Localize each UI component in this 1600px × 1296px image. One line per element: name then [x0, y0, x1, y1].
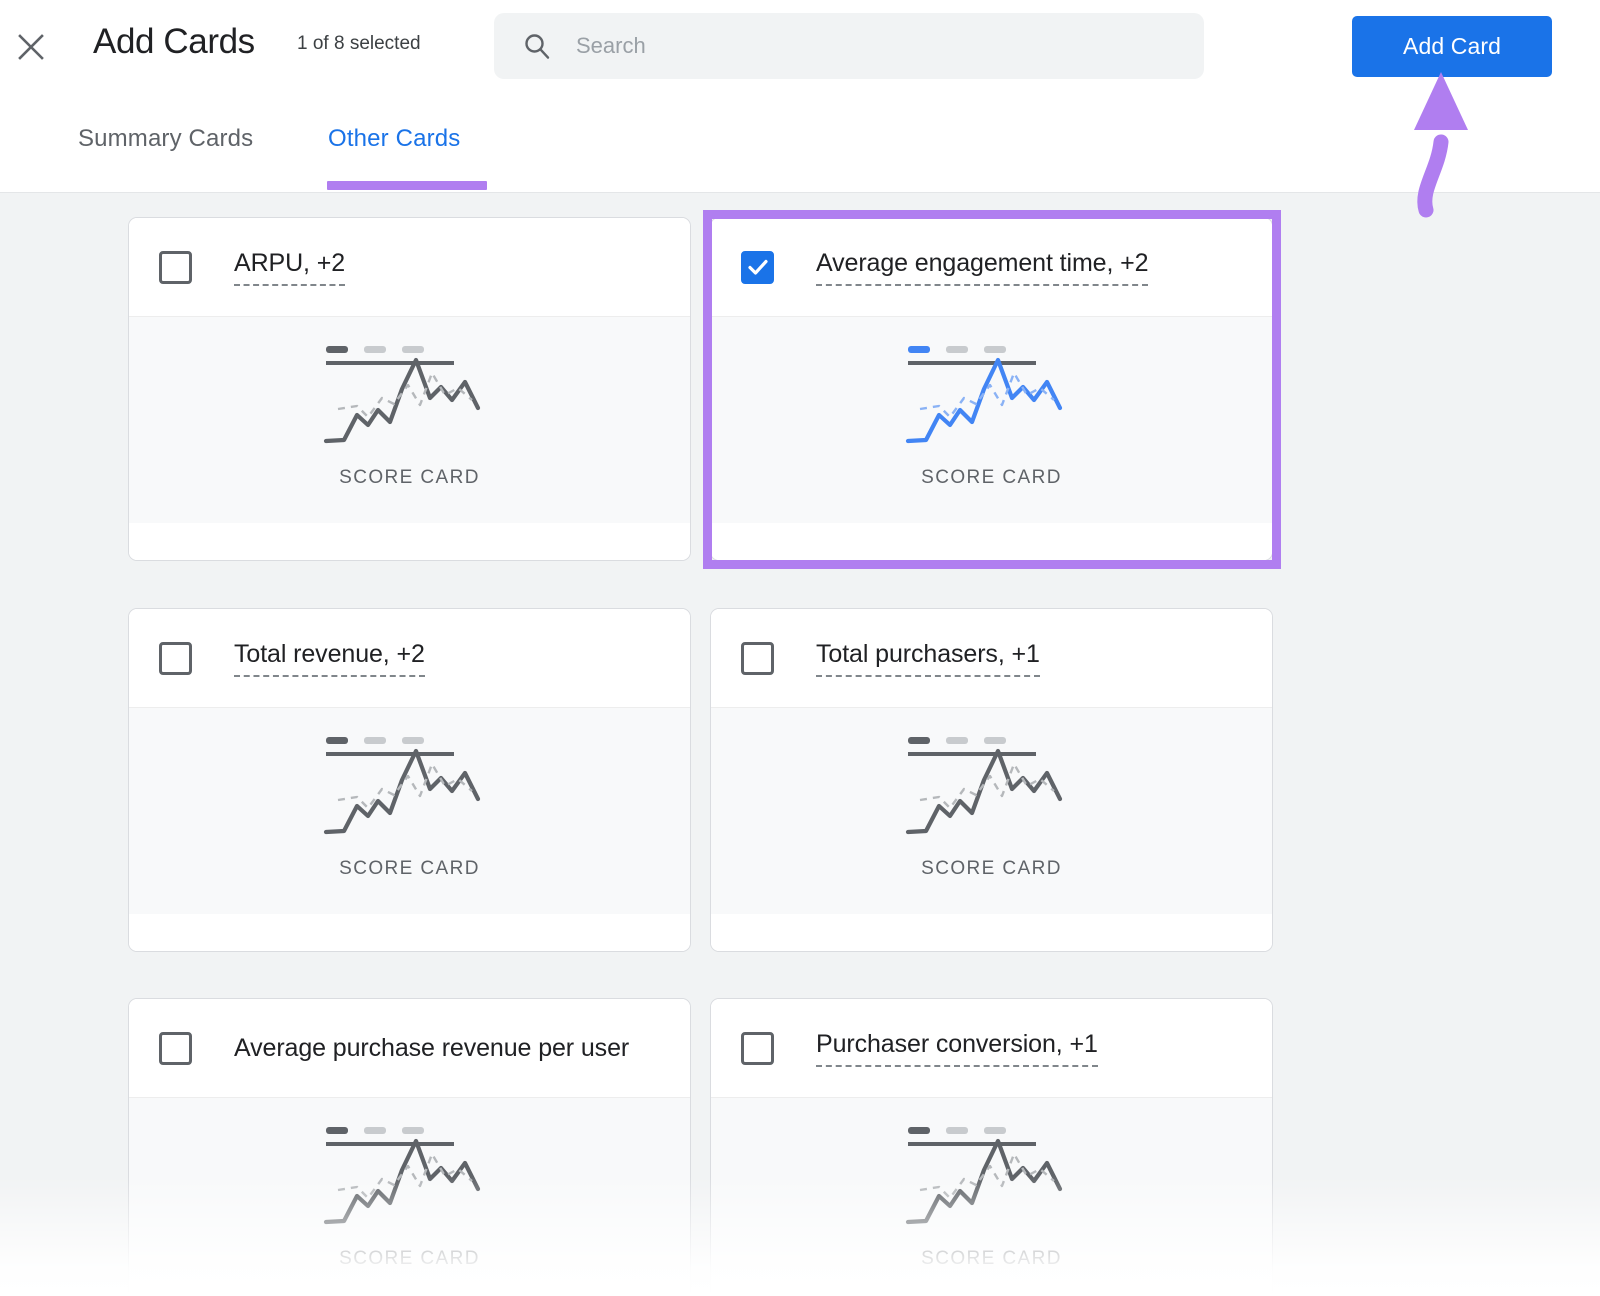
card-footer [711, 914, 1272, 951]
card-footer [129, 523, 690, 560]
card-type-label: SCORE CARD [921, 1248, 1062, 1269]
card-type-label: SCORE CARD [339, 858, 480, 879]
card-type-label: SCORE CARD [339, 1248, 480, 1269]
card-header: ARPU, +2 [129, 218, 690, 316]
card-grid: ARPU, +2 SCORE CARD Average engagement t… [0, 193, 1600, 1296]
tab-summary-cards[interactable]: Summary Cards [78, 125, 253, 153]
score-card-thumbnail-icon [323, 346, 480, 444]
search-box[interactable] [494, 13, 1204, 79]
card-option[interactable]: Total purchasers, +1 SCORE CARD [710, 608, 1273, 952]
card-footer [711, 523, 1272, 560]
card-option[interactable]: Total revenue, +2 SCORE CARD [128, 608, 691, 952]
card-option[interactable]: Average engagement time, +2 SCORE CARD [710, 217, 1273, 561]
card-title: Total revenue, +2 [234, 640, 425, 677]
card-footer [129, 914, 690, 951]
add-card-button[interactable]: Add Card [1352, 16, 1552, 77]
card-checkbox[interactable] [159, 641, 192, 675]
card-option[interactable]: Average purchase revenue per user SCORE … [128, 998, 691, 1296]
score-card-thumbnail-icon [905, 346, 1062, 444]
card-title: Average purchase revenue per user [234, 1033, 630, 1062]
card-preview: SCORE CARD [129, 707, 690, 914]
card-preview: SCORE CARD [711, 316, 1272, 523]
card-preview: SCORE CARD [129, 316, 690, 523]
search-input[interactable] [576, 33, 1184, 59]
card-preview: SCORE CARD [129, 1097, 690, 1296]
score-card-thumbnail-icon [905, 737, 1062, 835]
score-card-thumbnail-icon [323, 737, 480, 835]
tab-active-indicator [327, 181, 487, 190]
card-title: Average engagement time, +2 [816, 249, 1149, 286]
dialog-header: Add Cards 1 of 8 selected Add Card [0, 0, 1600, 93]
card-type-label: SCORE CARD [921, 467, 1062, 488]
tab-bar: Summary Cards Other Cards [0, 93, 1600, 193]
card-checkbox[interactable] [159, 1031, 192, 1065]
card-title: Total purchasers, +1 [816, 640, 1040, 677]
card-header: Average purchase revenue per user [129, 999, 690, 1097]
card-header: Purchaser conversion, +1 [711, 999, 1272, 1097]
card-preview: SCORE CARD [711, 1097, 1272, 1296]
search-icon [522, 31, 552, 61]
card-header: Total revenue, +2 [129, 609, 690, 707]
card-header: Total purchasers, +1 [711, 609, 1272, 707]
close-button[interactable] [8, 24, 54, 70]
card-title: ARPU, +2 [234, 249, 345, 286]
card-checkbox[interactable] [159, 250, 192, 284]
score-card-thumbnail-icon [323, 1127, 480, 1225]
tab-other-cards[interactable]: Other Cards [328, 125, 460, 153]
card-option[interactable]: Purchaser conversion, +1 SCORE CARD [710, 998, 1273, 1296]
score-card-thumbnail-icon [905, 1127, 1062, 1225]
selected-count-label: 1 of 8 selected [297, 33, 421, 54]
card-checkbox[interactable] [741, 641, 774, 675]
card-title: Purchaser conversion, +1 [816, 1030, 1098, 1067]
card-option[interactable]: ARPU, +2 SCORE CARD [128, 217, 691, 561]
card-type-label: SCORE CARD [339, 467, 480, 488]
card-checkbox[interactable] [741, 1031, 774, 1065]
page-title: Add Cards [93, 22, 255, 61]
card-checkbox[interactable] [741, 250, 774, 284]
card-header: Average engagement time, +2 [711, 218, 1272, 316]
card-preview: SCORE CARD [711, 707, 1272, 914]
card-type-label: SCORE CARD [921, 858, 1062, 879]
close-icon [18, 34, 44, 60]
add-cards-dialog: Add Cards 1 of 8 selected Add Card Summa… [0, 0, 1600, 1296]
